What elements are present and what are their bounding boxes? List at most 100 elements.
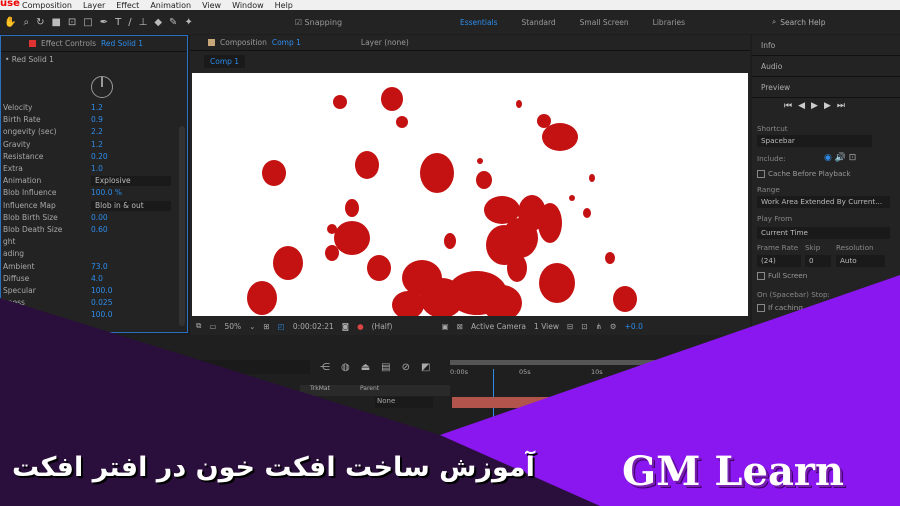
- brush-tool-icon[interactable]: /: [128, 17, 131, 28]
- chevron-down-icon[interactable]: ⌄: [249, 322, 255, 331]
- work-area-bar[interactable]: [450, 360, 900, 365]
- property-value[interactable]: 73.0: [91, 262, 108, 271]
- property-name: Blob Influence: [3, 188, 57, 198]
- menu-composition[interactable]: Composition: [22, 1, 72, 10]
- frame-rate-dropdown[interactable]: (24): [757, 255, 801, 267]
- preview-panel-header[interactable]: Preview: [752, 77, 900, 98]
- direction-dial[interactable]: [91, 76, 113, 98]
- fast-preview-icon[interactable]: ⊡: [581, 322, 587, 331]
- property-dropdown[interactable]: Explosive: [91, 176, 171, 187]
- full-screen-checkbox[interactable]: Full Screen: [757, 271, 807, 280]
- property-value[interactable]: 0.00: [91, 213, 108, 222]
- tick-5: 05s: [519, 368, 531, 376]
- roto-brush-icon[interactable]: ✎: [169, 17, 177, 28]
- timeline-panel: ⋲◍⏏▤⊘◩ 0:00s 05s 10s TrkMat Parent None: [0, 335, 900, 435]
- composition-tab[interactable]: Composition Comp 1 Layer (none): [190, 35, 750, 51]
- workspace-essentials[interactable]: Essentials: [460, 18, 498, 27]
- property-value[interactable]: 4.0: [91, 274, 103, 283]
- playback-controls[interactable]: ⏮◀▶▶⏭: [784, 101, 851, 111]
- camera-tool-icon[interactable]: ■: [51, 17, 60, 28]
- skip-dropdown[interactable]: 0: [805, 255, 831, 267]
- toggle-icon[interactable]: ⊟: [567, 322, 573, 331]
- property-name: [1, 310, 3, 319]
- text-tool-icon[interactable]: T: [115, 17, 121, 28]
- composition-viewer[interactable]: [192, 73, 748, 316]
- tab-layer-name: Red Solid 1: [101, 39, 144, 48]
- include-video-audio-icons[interactable]: ◉ 🔊 ⊡: [824, 153, 856, 163]
- resolution-dropdown[interactable]: (Half): [372, 322, 434, 331]
- property-value[interactable]: 0.025: [91, 298, 112, 307]
- property-row: ght: [1, 237, 181, 249]
- hand-tool-icon[interactable]: ✋: [4, 17, 16, 28]
- range-label: Range: [757, 185, 780, 194]
- menu-view[interactable]: View: [202, 1, 221, 10]
- monitor-icon[interactable]: ▭: [209, 322, 216, 331]
- menu-layer[interactable]: Layer: [83, 1, 105, 10]
- property-value[interactable]: 0.20: [91, 152, 108, 161]
- workspace-small-screen[interactable]: Small Screen: [580, 18, 629, 27]
- property-value[interactable]: 1.0: [91, 164, 103, 173]
- property-value[interactable]: 100.0: [91, 310, 112, 319]
- mask-icon[interactable]: ◰: [278, 322, 285, 331]
- if-caching-checkbox[interactable]: If caching...: [757, 303, 810, 312]
- property-row: Influence Map Blob in & out: [1, 200, 181, 213]
- property-value[interactable]: 100.0: [91, 286, 112, 295]
- menu-animation[interactable]: Animation: [150, 1, 191, 10]
- always-preview-icon[interactable]: ⧉: [196, 321, 201, 331]
- layer-bar[interactable]: [452, 397, 900, 408]
- property-value[interactable]: 2.2: [91, 127, 103, 136]
- property-row: ongevity (sec) 2.2: [1, 127, 181, 139]
- flowchart-icon[interactable]: ⋔: [596, 322, 602, 331]
- parent-dropdown[interactable]: None: [375, 397, 433, 408]
- brand-logo: GM Learn: [622, 448, 845, 495]
- pen-tool-icon[interactable]: ✒: [100, 17, 108, 28]
- timeline-switch-icons[interactable]: ⋲◍⏏▤⊘◩: [320, 362, 441, 373]
- property-value[interactable]: 1.2: [91, 140, 103, 149]
- workspace-libraries[interactable]: Libraries: [653, 18, 685, 27]
- color-channel-icon[interactable]: ●: [357, 322, 364, 331]
- clone-stamp-icon[interactable]: ⊥: [139, 17, 148, 28]
- search-help-input[interactable]: ⌕ Search Help: [772, 14, 897, 30]
- layer-tab[interactable]: Layer (none): [361, 38, 409, 47]
- effect-controls-tab[interactable]: Effect Controls Red Solid 1: [1, 36, 187, 52]
- timeline-search[interactable]: [200, 360, 310, 374]
- camera-dropdown[interactable]: Active Camera: [471, 322, 526, 331]
- zoom-tool-icon[interactable]: ⌕: [23, 17, 29, 28]
- audio-panel-header[interactable]: Audio: [752, 56, 900, 77]
- menu-window[interactable]: Window: [232, 1, 264, 10]
- property-value[interactable]: 0.9: [91, 115, 103, 124]
- play-from-dropdown[interactable]: Current Time: [757, 227, 890, 239]
- pan-behind-icon[interactable]: ⊡: [68, 17, 76, 28]
- resolution-dropdown[interactable]: Auto: [836, 255, 885, 267]
- comp-subtab[interactable]: Comp 1: [204, 55, 246, 68]
- grid-icon[interactable]: ⊞: [263, 322, 269, 331]
- exposure-value[interactable]: +0.0: [625, 322, 643, 331]
- rotate-tool-icon[interactable]: ↻: [36, 17, 44, 28]
- composition-panel: Composition Comp 1 Layer (none) Comp 1 ⧉: [190, 35, 750, 335]
- property-dropdown[interactable]: Blob in & out: [91, 200, 171, 211]
- transparency-icon[interactable]: ⊠: [457, 322, 463, 331]
- timecode[interactable]: 0:00:02:21: [293, 322, 334, 331]
- cache-checkbox[interactable]: Cache Before Playback: [757, 169, 851, 178]
- range-dropdown[interactable]: Work Area Extended By Current...: [757, 196, 890, 208]
- shortcut-dropdown[interactable]: Spacebar: [757, 135, 872, 147]
- region-icon[interactable]: ▣: [442, 322, 449, 331]
- menu-help[interactable]: Help: [275, 1, 293, 10]
- property-name: Diffuse: [3, 273, 30, 283]
- tab-label: Effect Controls: [41, 39, 96, 48]
- snapping-checkbox[interactable]: ☑ Snapping: [295, 18, 342, 27]
- property-value[interactable]: 1.2: [91, 103, 103, 112]
- info-panel-header[interactable]: Info: [752, 35, 900, 56]
- reset-exposure-icon[interactable]: ⚙: [610, 322, 617, 331]
- scrollbar[interactable]: [179, 126, 185, 326]
- workspace-standard[interactable]: Standard: [522, 18, 556, 27]
- property-value[interactable]: 100.0 %: [91, 188, 122, 197]
- snapshot-icon[interactable]: ◙: [342, 322, 349, 331]
- views-dropdown[interactable]: 1 View: [534, 322, 559, 331]
- eraser-tool-icon[interactable]: ◆: [154, 17, 162, 28]
- rectangle-tool-icon[interactable]: □: [83, 17, 92, 28]
- menu-effect[interactable]: Effect: [116, 1, 139, 10]
- zoom-dropdown[interactable]: 50%: [224, 322, 241, 331]
- puppet-pin-icon[interactable]: ✦: [184, 17, 192, 28]
- property-value[interactable]: 0.60: [91, 225, 108, 234]
